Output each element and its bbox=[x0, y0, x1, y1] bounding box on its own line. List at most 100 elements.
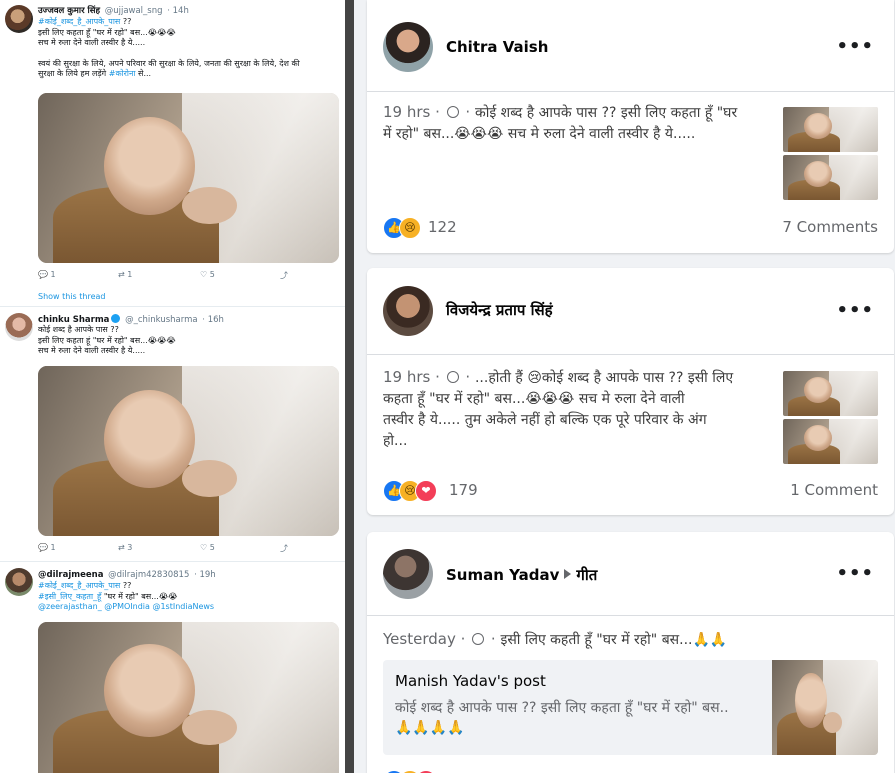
thumbnail[interactable] bbox=[783, 107, 878, 152]
tweet-text: #कोई_शब्द_है_आपके_पास ?? #इसी_लिए_कहता_ह… bbox=[38, 581, 338, 613]
twitter-panel: उज्जवल कुमार सिंह @ujjawal_sng · 14h #को… bbox=[0, 0, 345, 773]
tweet-handle[interactable]: @dilrajm42830815 bbox=[108, 570, 189, 580]
reply-icon: 💬 bbox=[38, 270, 48, 279]
more-options-icon[interactable]: ••• bbox=[836, 563, 874, 584]
avatar[interactable] bbox=[5, 568, 33, 596]
like-count: 5 bbox=[209, 543, 215, 552]
heart-icon: ♡ bbox=[200, 270, 208, 279]
tweet-header: उज्जवल कुमार सिंह @ujjawal_sng · 14h bbox=[38, 5, 189, 16]
post-author-name: Suman Yadav गीत bbox=[446, 565, 597, 585]
avatar[interactable] bbox=[5, 313, 33, 341]
post-author-link[interactable]: Suman Yadav bbox=[446, 566, 559, 584]
tweet[interactable]: @dilrajmeena @dilrajm42830815 · 19h #कोई… bbox=[0, 562, 345, 773]
window-divider[interactable] bbox=[345, 0, 354, 773]
thumbnail[interactable] bbox=[783, 155, 878, 200]
post-time[interactable]: 19 hrs bbox=[383, 368, 430, 386]
tweet-line: इसी लिए कहता हूँ "घर में रहो" बस...😭😭😭 bbox=[38, 27, 176, 37]
tweet-image[interactable] bbox=[38, 93, 339, 263]
shared-post-title[interactable]: Manish Yadav's post bbox=[395, 672, 546, 690]
post-author-name[interactable]: Chitra Vaish bbox=[446, 38, 548, 56]
post-line: कोई शब्द है आपके पास ?? इसी लिए कहता हूँ… bbox=[474, 105, 738, 121]
tweet[interactable]: उज्जवल कुमार सिंह @ujjawal_sng · 14h #को… bbox=[0, 0, 345, 305]
shared-post-image[interactable] bbox=[772, 660, 878, 755]
show-thread-link[interactable]: Show this thread bbox=[38, 292, 106, 301]
love-reaction-icon: ❤ bbox=[415, 480, 437, 502]
hashtag-link[interactable]: #कोई_शब्द_है_आपके_पास bbox=[38, 581, 120, 590]
thumbnail[interactable] bbox=[783, 371, 878, 416]
retweet-button[interactable]: ⇄ 3 bbox=[118, 543, 132, 552]
share-icon: ⤴ bbox=[280, 271, 288, 280]
tweet-line: ?? bbox=[120, 17, 132, 26]
group-name-link[interactable]: गीत bbox=[576, 566, 597, 584]
globe-icon bbox=[472, 633, 485, 645]
facebook-panel: Chitra Vaish ••• 19 hrs · · कोई शब्द है … bbox=[354, 0, 895, 773]
avatar[interactable] bbox=[383, 549, 433, 599]
tweet-handle[interactable]: @ujjawal_sng bbox=[105, 6, 163, 16]
tweet-author-name[interactable]: chinku Sharma bbox=[38, 315, 109, 325]
more-options-icon[interactable]: ••• bbox=[836, 36, 874, 57]
tweet-line: कोई शब्द है आपके पास ?? bbox=[38, 325, 119, 334]
shared-post-text: कोई शब्द है आपके पास ?? इसी लिए कहता हूँ… bbox=[395, 698, 765, 738]
shared-post-preview[interactable]: Manish Yadav's post कोई शब्द है आपके पास… bbox=[383, 660, 878, 755]
shared-line: 🙏🙏🙏🙏 bbox=[395, 720, 465, 736]
tweet-time[interactable]: · 14h bbox=[167, 6, 189, 16]
like-button[interactable]: ♡ 5 bbox=[200, 543, 215, 552]
reaction-count: 179 bbox=[449, 481, 478, 499]
post-line: ...होती हैं 😢कोई शब्द है आपके पास ?? इसी… bbox=[474, 370, 734, 386]
heart-icon: ♡ bbox=[200, 543, 208, 552]
tweet-author-name[interactable]: @dilrajmeena bbox=[38, 570, 103, 580]
reply-count: 1 bbox=[50, 543, 56, 552]
share-icon: ⤴ bbox=[280, 544, 288, 553]
tweet-line: "घर में रहो" बस...😭😭 bbox=[101, 591, 178, 601]
tweet-text: #कोई_शब्द_है_आपके_पास ?? इसी लिए कहता हू… bbox=[38, 17, 338, 80]
sad-reaction-icon: 😢 bbox=[399, 217, 421, 239]
retweet-icon: ⇄ bbox=[118, 270, 125, 279]
comments-link[interactable]: 1 Comment bbox=[790, 481, 878, 499]
more-options-icon[interactable]: ••• bbox=[836, 300, 874, 321]
tweet-line: ?? bbox=[120, 581, 132, 590]
avatar[interactable] bbox=[383, 22, 433, 72]
post-card: विजयेन्द्र प्रताप सिंहं ••• 19 hrs · · .… bbox=[367, 268, 894, 515]
post-thumbnails[interactable] bbox=[783, 107, 878, 202]
tweet[interactable]: chinku Sharma @_chinkusharma · 16h कोई श… bbox=[0, 307, 345, 560]
divider bbox=[367, 91, 894, 92]
mention-links[interactable]: @zeerajasthan_ @PMOIndia @1stIndiaNews bbox=[38, 602, 338, 613]
avatar[interactable] bbox=[383, 286, 433, 336]
hashtag-link[interactable]: #इसी_लिए_कहता_हूँ bbox=[38, 592, 101, 601]
reactions-summary[interactable]: 👍 😢 122 bbox=[383, 217, 483, 239]
tweet-line: सच मे रुला देने वाली तस्वीर है ये..... bbox=[38, 38, 146, 47]
reply-button[interactable]: 💬 1 bbox=[38, 543, 56, 552]
shared-line: कोई शब्द है आपके पास ?? इसी लिए कहता हूँ… bbox=[395, 700, 729, 716]
reactions-summary[interactable]: 👍 😢 ❤ 179 bbox=[383, 480, 503, 502]
post-line: में रहो" बस...😭😭😭 सच मे रुला देने वाली त… bbox=[383, 126, 696, 142]
tweet-time[interactable]: · 16h bbox=[202, 315, 224, 325]
post-thumbnails[interactable] bbox=[783, 371, 878, 466]
tweet-header: chinku Sharma @_chinkusharma · 16h bbox=[38, 314, 224, 325]
post-time[interactable]: 19 hrs bbox=[383, 103, 430, 121]
hashtag-link[interactable]: #कोई_शब्द_है_आपके_पास bbox=[38, 17, 120, 26]
post-author-name[interactable]: विजयेन्द्र प्रताप सिंहं bbox=[446, 300, 553, 320]
retweet-button[interactable]: ⇄ 1 bbox=[118, 270, 132, 279]
globe-icon bbox=[446, 371, 459, 383]
reply-count: 1 bbox=[50, 270, 56, 279]
share-button[interactable]: ⤴ bbox=[280, 543, 288, 554]
tweet-author-name[interactable]: उज्जवल कुमार सिंह bbox=[38, 6, 100, 16]
tweet-line: से... bbox=[135, 69, 152, 78]
avatar[interactable] bbox=[5, 5, 33, 33]
thumbnail[interactable] bbox=[783, 419, 878, 464]
share-button[interactable]: ⤴ bbox=[280, 270, 288, 281]
like-button[interactable]: ♡ 5 bbox=[200, 270, 215, 279]
arrow-right-icon bbox=[564, 569, 572, 579]
reply-icon: 💬 bbox=[38, 543, 48, 552]
post-text: 19 hrs · · ...होती हैं 😢कोई शब्द है आपके… bbox=[383, 367, 773, 452]
comments-link[interactable]: 7 Comments bbox=[782, 218, 878, 236]
reply-button[interactable]: 💬 1 bbox=[38, 270, 56, 279]
tweet-text: कोई शब्द है आपके पास ?? इसी लिए कहता हूं… bbox=[38, 325, 338, 357]
tweet-line: सच मे रुला देने वाली तस्वीर है ये..... bbox=[38, 346, 146, 355]
hashtag-link[interactable]: #कोरोना bbox=[109, 69, 136, 78]
tweet-time[interactable]: · 19h bbox=[194, 570, 216, 580]
tweet-image[interactable] bbox=[38, 622, 339, 773]
post-time[interactable]: Yesterday bbox=[383, 630, 456, 648]
tweet-handle[interactable]: @_chinkusharma bbox=[125, 315, 197, 325]
tweet-image[interactable] bbox=[38, 366, 339, 536]
